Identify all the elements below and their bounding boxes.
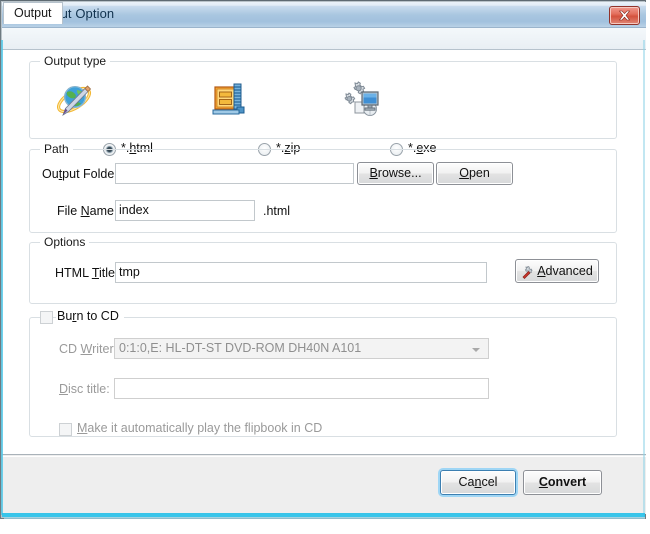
output-folder-input[interactable] — [115, 163, 354, 184]
zip-archive-icon — [212, 81, 250, 119]
disc-title-label-mnemonic: D — [59, 382, 69, 396]
open-button[interactable]: Open — [436, 162, 513, 185]
window-frame: Output Option Output Output type *.html … — [0, 0, 646, 519]
cd-writer-label: CD Writer — [59, 342, 114, 356]
open-mnemonic: O — [459, 166, 469, 180]
cd-writer-value: 0:1:0,E: HL-DT-ST DVD-ROM DH40N A101 — [119, 341, 362, 355]
burn-label-pre: Bu — [57, 309, 73, 323]
tab-output[interactable]: Output — [3, 2, 63, 24]
file-name-label-mnemonic: N — [80, 204, 90, 218]
advanced-button[interactable]: Advanced — [515, 259, 599, 283]
browse-label-post: rowse... — [377, 166, 422, 180]
autoplay-label: Make it automatically play the flipbook … — [77, 421, 322, 435]
autoplay-checkbox[interactable] — [59, 423, 72, 436]
output-folder-label-post: put Folder: — [62, 167, 122, 181]
cancel-label-pre: Ca — [458, 475, 475, 489]
footer-highlight — [2, 456, 646, 457]
file-name-label-pre: File — [57, 204, 81, 218]
open-button-label: Open — [437, 163, 512, 184]
cd-writer-label-mnemonic: W — [80, 342, 93, 356]
cancel-label-post: cel — [481, 475, 498, 489]
content-panel: Output type *.html *.zip *.exe Path Outp… — [2, 50, 646, 454]
window-glow-left — [1, 40, 3, 515]
output-folder-label-pre: Ou — [42, 167, 59, 181]
browse-mnemonic: B — [369, 166, 378, 180]
file-extension-label: .html — [263, 204, 291, 218]
html-title-label-pre: HTML — [55, 266, 92, 280]
disc-title-label: Disc title: — [59, 382, 110, 396]
titlebar: Output Option — [2, 2, 646, 28]
advanced-button-label: Advanced — [532, 260, 598, 282]
output-type-group: Output type — [29, 54, 617, 139]
cd-writer-label-post: riter — [92, 342, 114, 356]
browse-button[interactable]: Browse... — [357, 162, 434, 185]
convert-mnemonic: C — [538, 475, 548, 489]
cancel-button[interactable]: Cancel — [440, 470, 516, 495]
file-name-input[interactable]: index — [115, 200, 255, 221]
convert-button-label: Convert — [524, 471, 601, 494]
chevron-down-icon — [472, 348, 480, 352]
footer-bar: Cancel Convert — [2, 454, 646, 514]
open-label-post: pen — [468, 166, 490, 180]
autoplay-label-mnemonic: M — [77, 421, 88, 435]
window-glow-bottom-soft — [4, 517, 645, 519]
file-name-label: File Name: — [57, 204, 117, 218]
output-option-window: Output Option Output Output type *.html … — [0, 0, 650, 534]
advanced-label-post: dvanced — [545, 264, 593, 278]
burn-to-cd-label: Burn to CD — [56, 309, 124, 323]
cancel-button-label: Cancel — [441, 471, 515, 494]
cd-writer-select[interactable]: 0:1:0,E: HL-DT-ST DVD-ROM DH40N A101 — [114, 338, 489, 359]
gears-monitor-icon — [342, 80, 386, 120]
tab-strip — [2, 28, 646, 50]
html-title-label-mnemonic: T — [91, 266, 99, 280]
burn-label-post: n to CD — [76, 309, 119, 323]
output-type-legend: Output type — [40, 54, 111, 68]
disc-title-input[interactable] — [114, 378, 489, 399]
html-title-input[interactable]: tmp — [115, 262, 487, 283]
html-title-label: HTML Title: — [55, 266, 118, 280]
options-legend: Options — [40, 235, 90, 249]
output-folder-label: Output Folder: — [42, 167, 122, 181]
close-icon[interactable] — [609, 6, 640, 25]
cd-writer-label-pre: CD — [59, 342, 81, 356]
disc-title-label-post: isc title: — [68, 382, 110, 396]
gear-wrench-icon — [521, 265, 535, 279]
burn-to-cd-checkbox[interactable] — [40, 311, 53, 324]
window-glow-right — [643, 40, 645, 515]
browse-button-label: Browse... — [358, 163, 433, 184]
convert-label-post: onvert — [547, 475, 587, 489]
burn-to-cd-group — [29, 317, 617, 437]
globe-pencil-icon — [54, 81, 96, 119]
convert-button[interactable]: Convert — [523, 470, 602, 495]
advanced-mnemonic: A — [537, 264, 546, 278]
file-name-label-post: ame: — [89, 204, 118, 218]
path-legend: Path — [40, 142, 73, 156]
autoplay-label-post: ake it automatically play the flipbook i… — [87, 421, 323, 435]
